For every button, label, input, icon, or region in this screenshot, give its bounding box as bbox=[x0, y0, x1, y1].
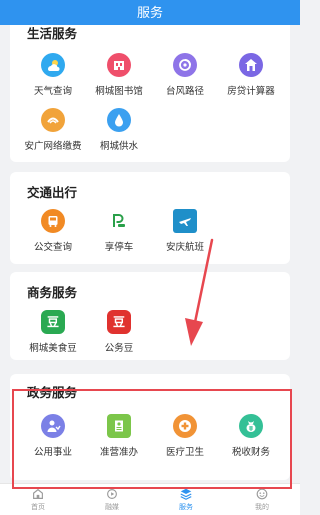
food-bean-icon: 豆 bbox=[41, 310, 65, 334]
parking-icon bbox=[107, 209, 131, 233]
transport-card: 交通出行 公交查询 享停车 安庆航班 bbox=[10, 172, 290, 264]
house-calculator-icon bbox=[239, 53, 263, 77]
bean-badge-text: 豆 bbox=[46, 315, 59, 329]
section-title-life: 生活服务 bbox=[27, 27, 78, 41]
item-label: 桐城美食豆 bbox=[29, 343, 77, 354]
bottom-tab-bar: 首页 融媒 服务 我的 bbox=[0, 483, 300, 515]
tab-label: 服务 bbox=[179, 504, 193, 511]
item-label: 医疗卫生 bbox=[165, 447, 204, 458]
item-parking[interactable]: 享停车 bbox=[87, 209, 151, 253]
tab-home[interactable]: 首页 bbox=[8, 487, 68, 512]
government-card: 政务服务 公用事业 准营准办 医疗卫生 税收财务 bbox=[10, 374, 290, 480]
item-weather-query[interactable]: 天气查询 bbox=[21, 53, 85, 97]
item-label: 税收财务 bbox=[231, 447, 270, 458]
profile-icon bbox=[256, 488, 268, 500]
section-title-business: 商务服务 bbox=[27, 286, 78, 300]
water-drop-icon bbox=[107, 108, 131, 132]
item-label: 桐城供水 bbox=[99, 141, 138, 152]
tax-finance-icon bbox=[239, 414, 263, 438]
item-public-utilities[interactable]: 公用事业 bbox=[21, 414, 85, 458]
anguang-network-icon bbox=[41, 108, 65, 132]
item-label: 桐城图书馆 bbox=[95, 86, 143, 97]
tab-mine[interactable]: 我的 bbox=[232, 487, 292, 512]
item-medical-health[interactable]: 医疗卫生 bbox=[153, 414, 217, 458]
item-typhoon-path[interactable]: 台风路径 bbox=[153, 53, 217, 97]
item-official-bean[interactable]: 豆 公务豆 bbox=[87, 310, 151, 354]
item-bus-query[interactable]: 公交查询 bbox=[21, 209, 85, 253]
header-title: 服务 bbox=[0, 0, 300, 25]
item-tongcheng-library[interactable]: 桐城图书馆 bbox=[87, 53, 151, 97]
service-layers-icon bbox=[180, 488, 192, 500]
airplane-icon bbox=[173, 209, 197, 233]
weather-icon bbox=[41, 53, 65, 77]
item-label: 安庆航班 bbox=[165, 242, 204, 253]
item-label: 天气查询 bbox=[33, 86, 72, 97]
bus-icon bbox=[41, 209, 65, 233]
item-label: 台风路径 bbox=[165, 86, 204, 97]
tab-label: 我的 bbox=[255, 504, 269, 511]
public-utility-icon bbox=[41, 414, 65, 438]
typhoon-icon bbox=[173, 53, 197, 77]
item-mortgage-calculator[interactable]: 房贷计算器 bbox=[219, 53, 283, 97]
item-label: 准营准办 bbox=[99, 447, 138, 458]
item-tax-finance[interactable]: 税收财务 bbox=[219, 414, 283, 458]
bean-badge-text: 豆 bbox=[112, 315, 125, 329]
item-tongcheng-food-bean[interactable]: 豆 桐城美食豆 bbox=[21, 310, 85, 354]
item-label: 安广网络缴费 bbox=[24, 141, 82, 152]
home-icon bbox=[33, 488, 43, 499]
item-label: 公务豆 bbox=[104, 343, 134, 354]
official-bean-icon: 豆 bbox=[107, 310, 131, 334]
item-label: 享停车 bbox=[104, 242, 134, 253]
tab-media[interactable]: 融媒 bbox=[82, 487, 142, 512]
business-license-icon bbox=[107, 414, 131, 438]
item-tongcheng-water-supply[interactable]: 桐城供水 bbox=[87, 108, 151, 152]
item-anqing-flights[interactable]: 安庆航班 bbox=[153, 209, 217, 253]
item-business-permit[interactable]: 准营准办 bbox=[87, 414, 151, 458]
item-label: 房贷计算器 bbox=[227, 86, 275, 97]
item-label: 公交查询 bbox=[33, 242, 72, 253]
medical-icon bbox=[173, 414, 197, 438]
section-title-transport: 交通出行 bbox=[27, 186, 78, 200]
life-services-card: 生活服务 天气查询 桐城图书馆 台风路径 房贷计算器 安广网络缴费 桐城供水 bbox=[10, 8, 290, 162]
media-icon bbox=[107, 489, 117, 499]
item-label: 公用事业 bbox=[33, 447, 72, 458]
tab-label: 融媒 bbox=[105, 504, 119, 511]
library-icon bbox=[107, 53, 131, 77]
tab-label: 首页 bbox=[31, 504, 45, 511]
section-title-government: 政务服务 bbox=[27, 386, 78, 400]
tab-service[interactable]: 服务 bbox=[156, 487, 216, 512]
business-card: 商务服务 豆 桐城美食豆 豆 公务豆 bbox=[10, 272, 290, 360]
item-anguang-network-payment[interactable]: 安广网络缴费 bbox=[21, 108, 85, 152]
